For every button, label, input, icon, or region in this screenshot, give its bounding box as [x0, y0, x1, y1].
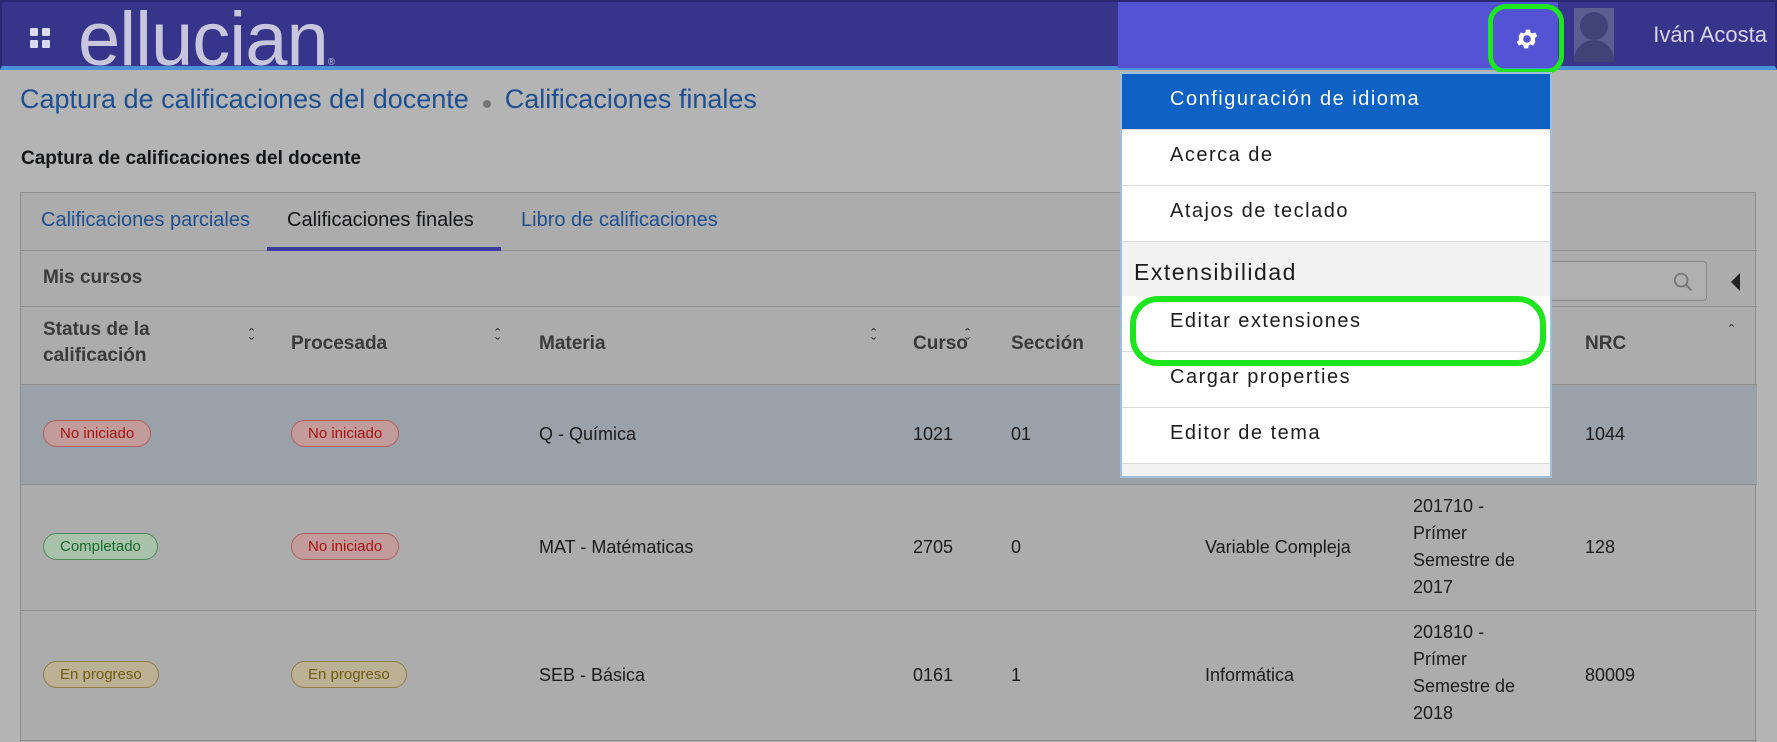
sort-icon[interactable]: ˆˇ	[249, 328, 254, 353]
materia-cell: Q - Química	[539, 424, 637, 444]
periodo-cell: 201810 - Prímer Semestre de 2018	[1413, 622, 1516, 723]
column-header-nrc[interactable]: NRC	[1585, 331, 1626, 357]
user-name[interactable]: Iván Acosta	[1653, 22, 1767, 48]
menu-item-atajos-de-teclado[interactable]: Atajos de teclado	[1122, 186, 1550, 242]
gear-icon	[1516, 29, 1538, 49]
nrc-cell: 1044	[1585, 424, 1626, 444]
ellucian-logo: ellucian®	[78, 0, 335, 82]
sort-icon[interactable]: ˆˇ	[495, 328, 500, 353]
breadcrumb-item-finales[interactable]: Calificaciones finales	[505, 84, 757, 115]
seccion-cell: 1	[1011, 665, 1022, 685]
menu-item-acerca-de[interactable]: Acerca de	[1122, 130, 1550, 186]
menu-item-configuracion-de-idioma[interactable]: Configuración de idioma	[1122, 74, 1550, 130]
grid-icon[interactable]	[30, 28, 52, 50]
curso-cell: 2705	[913, 537, 954, 557]
breadcrumb: Captura de calificaciones del docente Ca…	[20, 84, 757, 115]
breadcrumb-item-docente[interactable]: Captura de calificaciones del docente	[20, 84, 469, 115]
column-header-seccion[interactable]: Sección	[1011, 331, 1084, 357]
menu-group-extensibilidad: Extensibilidad	[1122, 242, 1550, 296]
curso-cell: 0161	[913, 665, 954, 685]
materia-cell: MAT - Matématicas	[539, 537, 694, 557]
sort-icon[interactable]: ˆˇ	[871, 328, 876, 353]
section-title: Mis cursos	[43, 267, 143, 288]
tab-libro-de-calificaciones[interactable]: Libro de calificaciones	[521, 209, 718, 232]
page-title: Captura de calificaciones del docente	[21, 148, 361, 169]
search-icon	[1673, 272, 1693, 292]
status-badge: No iniciado	[43, 420, 152, 447]
column-header-materia[interactable]: Materia	[539, 331, 606, 357]
status-badge: Completado	[43, 533, 158, 560]
status-badge: No iniciado	[291, 533, 400, 560]
nrc-cell: 80009	[1585, 665, 1636, 685]
column-header-curso[interactable]: Curso	[913, 331, 968, 357]
tab-calificaciones-parciales[interactable]: Calificaciones parciales	[41, 209, 250, 232]
status-badge: En progreso	[291, 661, 407, 688]
avatar-icon[interactable]	[1574, 8, 1614, 62]
column-header-status[interactable]: Status de la calificación	[43, 317, 213, 369]
highlight-ring	[1130, 296, 1546, 366]
materia-cell: SEB - Básica	[539, 665, 646, 685]
sort-icon[interactable]: ˆ	[1729, 324, 1734, 340]
collapse-left-icon[interactable]	[1731, 273, 1740, 291]
tab-calificaciones-finales[interactable]: Calificaciones finales	[287, 209, 474, 232]
menu-item-editor-de-tema[interactable]: Editor de tema	[1122, 408, 1550, 464]
sort-icon[interactable]: ˆˇ	[965, 328, 970, 353]
table-row[interactable]: Completado No iniciado MAT - Matématicas…	[21, 485, 1757, 611]
nrc-cell: 128	[1585, 537, 1616, 557]
periodo-cell: 201710 - Prímer Semestre de 2017	[1413, 496, 1516, 597]
status-badge: No iniciado	[291, 420, 400, 447]
seccion-cell: 0	[1011, 537, 1022, 557]
table-row[interactable]: En progreso En progreso SEB - Básica 016…	[21, 611, 1757, 741]
column-header-procesada[interactable]: Procesada	[291, 331, 387, 357]
titulo-cell: Informática	[1205, 665, 1295, 685]
curso-cell: 1021	[913, 424, 954, 444]
titulo-cell: Variable Compleja	[1205, 537, 1351, 557]
seccion-cell: 01	[1011, 424, 1032, 444]
settings-menu: Configuración de idioma Acerca de Atajos…	[1120, 72, 1552, 478]
status-badge: En progreso	[43, 661, 159, 688]
settings-button[interactable]	[1488, 4, 1564, 74]
breadcrumb-separator	[482, 99, 491, 108]
